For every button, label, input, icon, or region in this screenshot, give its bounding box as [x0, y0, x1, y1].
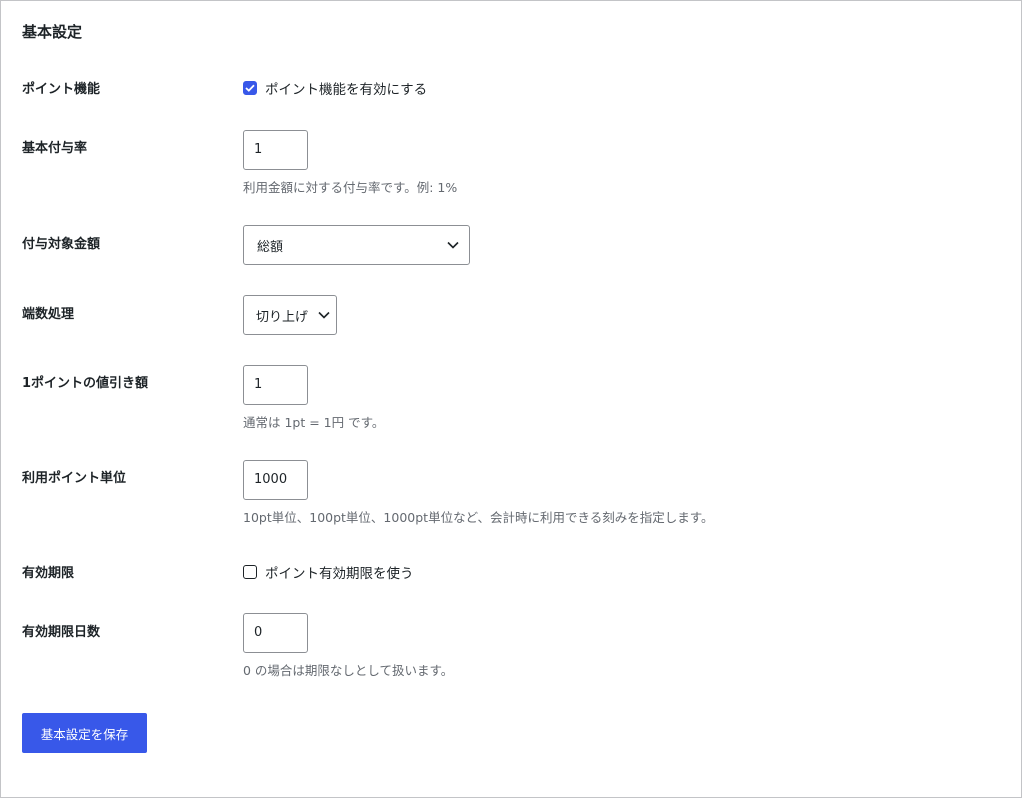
section-title: 基本設定 [22, 23, 83, 41]
points-enabled-label: ポイント機能 [22, 82, 101, 97]
usage-unit-input[interactable]: 1000 [243, 460, 308, 500]
expiry-days-field: 0 0 の場合は期限なしとして扱います。 [243, 613, 453, 679]
rounding-selected: 切り上げ [256, 309, 309, 325]
points-enabled-checkbox[interactable] [243, 81, 257, 95]
expiry-days-input[interactable]: 0 [243, 613, 308, 653]
expiry-days-description: 0 の場合は期限なしとして扱います。 [243, 663, 454, 678]
settings-panel: 基本設定 ポイント機能 ポイント機能を有効にする 基本付与率 1 利用金額に対す… [0, 0, 1022, 798]
target-amount-selected: 総額 [257, 239, 284, 255]
point-value-field: 1 通常は 1pt = 1円 です。 [243, 365, 384, 431]
point-value-description: 通常は 1pt = 1円 です。 [243, 415, 385, 430]
usage-unit-description: 10pt単位、100pt単位、1000pt単位など、会計時に利用できる刻みを指定… [243, 510, 714, 525]
points-enabled-field: ポイント機能を有効にする [243, 78, 427, 98]
save-button[interactable]: 基本設定を保存 [22, 713, 147, 753]
expiry-days-label: 有効期限日数 [22, 625, 101, 640]
point-value-label: 1ポイントの値引き額 [22, 376, 149, 391]
expiry-option[interactable]: ポイント有効期限を使う [243, 562, 414, 582]
usage-unit-field: 1000 10pt単位、100pt単位、1000pt単位など、会計時に利用できる… [243, 460, 713, 526]
rounding-field: 切り上げ [243, 295, 337, 335]
point-value-input[interactable]: 1 [243, 365, 308, 405]
base-rate-input[interactable]: 1 [243, 130, 308, 170]
expiry-label: 有効期限 [22, 566, 75, 581]
target-amount-select[interactable]: 総額 [243, 225, 470, 265]
points-enabled-option[interactable]: ポイント機能を有効にする [243, 78, 427, 98]
expiry-checkbox[interactable] [243, 565, 257, 579]
usage-unit-label: 利用ポイント単位 [22, 471, 127, 486]
target-amount-label: 付与対象金額 [22, 237, 101, 252]
expiry-checkbox-label: ポイント有効期限を使う [265, 566, 414, 582]
chevron-down-icon [447, 241, 459, 249]
chevron-down-icon [318, 311, 330, 319]
target-amount-field: 総額 [243, 225, 470, 265]
base-rate-description: 利用金額に対する付与率です。例: 1% [243, 180, 458, 195]
base-rate-field: 1 利用金額に対する付与率です。例: 1% [243, 130, 457, 196]
expiry-field: ポイント有効期限を使う [243, 562, 414, 582]
rounding-label: 端数処理 [22, 307, 75, 322]
base-rate-label: 基本付与率 [22, 141, 88, 156]
checkmark-icon [245, 84, 255, 92]
points-enabled-checkbox-label: ポイント機能を有効にする [265, 82, 428, 98]
rounding-select[interactable]: 切り上げ [243, 295, 337, 335]
